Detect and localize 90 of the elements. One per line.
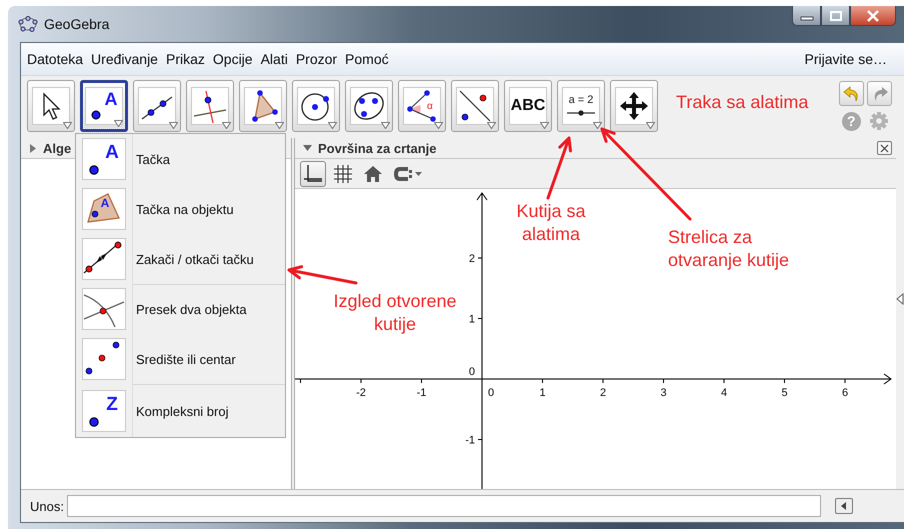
undo-button[interactable] (839, 81, 864, 106)
tool-button[interactable]: ABC (504, 80, 552, 132)
axis-label: 2 (600, 387, 606, 399)
axis-label: 3 (660, 387, 667, 399)
dropdown-triangle-icon[interactable] (540, 122, 549, 129)
panel-title: Površina za crtanje (318, 140, 436, 156)
angle-icon: α (403, 87, 441, 125)
tool-menu-item[interactable]: Presek dva objekta (76, 284, 285, 334)
panel-title: Alge (43, 140, 72, 156)
tool-button[interactable] (133, 80, 181, 132)
dropdown-triangle-icon[interactable] (275, 122, 284, 129)
input-help-button[interactable] (834, 498, 853, 514)
four-arrows-icon (615, 87, 653, 125)
undo-icon (842, 86, 860, 102)
sign-in-link[interactable]: Prijavite se… (804, 51, 887, 67)
dropdown-triangle-icon[interactable] (381, 122, 390, 129)
axis-label: 6 (842, 387, 848, 399)
callout-text: Kutija sa alatima (515, 200, 587, 246)
menu-item[interactable]: Pomoć (342, 51, 392, 67)
point-on-shape-icon: A (82, 188, 126, 230)
tool-button[interactable] (345, 80, 393, 132)
axis-label: 4 (720, 387, 728, 399)
menu-item[interactable]: Opcije (210, 51, 256, 67)
tool-menu-item[interactable]: Z Kompleksni broj (76, 384, 285, 437)
tool-menu-item[interactable]: A Tačka (76, 134, 285, 184)
dropdown-triangle-icon[interactable] (593, 122, 602, 129)
dropdown-triangle-icon[interactable] (646, 122, 655, 129)
dropdown-triangle-icon[interactable] (63, 122, 72, 129)
left-triangle-icon (838, 501, 849, 511)
close-panel-button[interactable] (877, 141, 892, 155)
dropdown-triangle-icon[interactable] (434, 122, 443, 129)
point-icon: Z (82, 390, 126, 432)
callout-arrow (546, 136, 572, 200)
callout-text: Izgled otvorene kutije (332, 290, 458, 336)
midpoint-icon (82, 338, 126, 380)
axis-label: 5 (781, 387, 788, 399)
axis-label: 0 (488, 387, 494, 399)
dropdown-triangle-icon[interactable] (487, 122, 496, 129)
close-button[interactable] (850, 6, 896, 26)
dropdown-triangle-icon[interactable] (222, 122, 231, 129)
tool-button[interactable] (451, 80, 499, 132)
menu-item[interactable]: Prikaz (162, 51, 208, 67)
tool-button[interactable] (186, 80, 234, 132)
dropdown-triangle-icon[interactable] (114, 120, 123, 127)
maximize-icon (828, 10, 842, 20)
tool-button[interactable]: α (398, 80, 446, 132)
menu-item[interactable]: Alati (258, 51, 291, 67)
close-icon (866, 10, 880, 22)
ellipse-dots-icon (18, 16, 38, 32)
maximize-button[interactable] (821, 6, 850, 26)
point-icon: A (85, 87, 123, 125)
intersection-icon (82, 288, 126, 330)
tool-button[interactable] (292, 80, 340, 132)
axes-toggle[interactable] (300, 160, 326, 186)
callout-text: Traka sa alatima (676, 91, 810, 114)
menu-item[interactable]: Prozor (292, 51, 340, 67)
point-icon: A (82, 138, 126, 180)
axis-label: 0 (468, 366, 475, 378)
redo-button[interactable] (867, 81, 892, 106)
attach-point-icon (82, 238, 126, 280)
window-title: GeoGebra (44, 16, 110, 32)
tool-button[interactable] (27, 80, 75, 132)
menu-item[interactable]: Datoteka (24, 51, 86, 67)
tool-menu-item[interactable]: A Tačka na objektu (76, 184, 285, 234)
callout-arrow (288, 265, 358, 284)
callout-text: Strelica za otvaranje kutije (668, 226, 790, 272)
axis-label: 2 (468, 253, 475, 265)
dropdown-triangle-icon[interactable] (169, 122, 178, 129)
line-point-icon (456, 87, 494, 125)
collapse-triangle-icon[interactable] (29, 144, 37, 152)
menu-item[interactable]: Uređivanje (88, 51, 161, 67)
tool-button[interactable]: A (80, 80, 128, 132)
slider-icon: a = 2 (562, 87, 600, 125)
input-label: Unos: (30, 498, 64, 514)
tool-button[interactable]: a = 2 (557, 80, 605, 132)
dropdown-triangle-icon[interactable] (328, 122, 337, 129)
tool-button[interactable] (610, 80, 658, 132)
axis-label: -1 (416, 387, 426, 399)
input-field[interactable] (66, 495, 821, 517)
tool-menu-item[interactable]: Središte ili centar (76, 334, 285, 384)
collapse-triangle-icon[interactable] (303, 144, 312, 152)
minimize-button[interactable] (792, 6, 821, 26)
close-icon (880, 144, 889, 152)
tool-button[interactable] (239, 80, 287, 132)
axis-label: -1 (465, 434, 475, 446)
axis-label: -2 (356, 387, 366, 399)
tool-menu-item[interactable]: Zakači / otkači tačku (76, 234, 285, 284)
expand-triangle-icon[interactable] (896, 292, 904, 304)
axis-label: 1 (539, 387, 546, 399)
axis-label: 1 (468, 314, 475, 326)
